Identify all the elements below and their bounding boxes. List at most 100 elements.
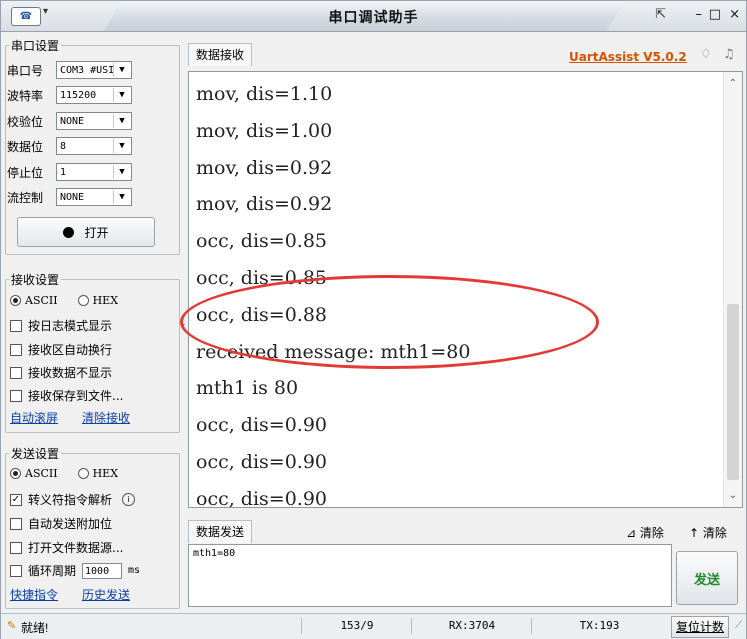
checkbox-icon <box>10 343 22 356</box>
checkbox-icon <box>10 541 22 554</box>
serial-field-label: 数据位 <box>7 139 44 154</box>
history-send-link[interactable]: 历史发送 <box>82 586 130 603</box>
receive-option-log-mode[interactable]: 按日志模式显示 <box>10 317 112 334</box>
dropdown-arrow-icon[interactable]: ▼ <box>113 139 130 153</box>
receive-ascii-radio[interactable]: ASCII <box>10 294 58 307</box>
maximize-button[interactable]: □ <box>709 7 721 22</box>
open-port-button[interactable]: 打开 <box>17 217 155 247</box>
reset-count-button[interactable]: 复位计数 <box>671 616 729 638</box>
send-option-file-source[interactable]: 打开文件数据源... <box>10 539 123 556</box>
status-counter: 153/9 <box>301 618 412 634</box>
send-ascii-radio[interactable]: ASCII <box>10 467 58 480</box>
eraser-icon: ⊿ <box>626 526 640 540</box>
scrollbar-thumb[interactable] <box>727 304 739 480</box>
brand-link[interactable]: UartAssist V5.0.2 <box>569 50 687 64</box>
info-icon[interactable]: i <box>122 493 136 506</box>
clear-send-label: 清除 <box>639 526 664 540</box>
clear-history-button[interactable]: ↑ 清除 <box>689 524 727 541</box>
send-ascii-label: ASCII <box>25 467 58 480</box>
clear-send-button[interactable]: ⊿ 清除 <box>626 524 664 541</box>
dropdown-arrow-icon[interactable]: ▼ <box>113 88 130 102</box>
pin-icon[interactable]: ⇱ <box>655 7 666 22</box>
send-option-escape-parse[interactable]: ✓ 转义符指令解析 i <box>10 491 136 508</box>
dropdown-arrow-icon[interactable]: ▼ <box>113 114 130 128</box>
scroll-up-icon[interactable]: ⌃ <box>724 78 742 89</box>
serial-field-label: 串口号 <box>7 63 44 78</box>
close-button[interactable]: × <box>729 7 740 22</box>
serial-field-row: 数据位 8 ▼ <box>7 135 132 157</box>
checkbox-icon <box>10 366 22 379</box>
dropdown-arrow-icon[interactable]: ▼ <box>113 190 130 204</box>
dropdown-arrow-icon[interactable]: ▼ <box>113 63 130 77</box>
checkbox-icon <box>10 517 22 530</box>
serial-field-select[interactable]: NONE ▼ <box>56 112 132 130</box>
receive-option-save-file[interactable]: 接收保存到文件... <box>10 387 123 404</box>
cycle-period-input[interactable]: 1000 <box>82 562 123 579</box>
app-window: ☎ ▾ 串口调试助手 ⇱ – □ × 串口设置 串口号 COM3 #USI ▼ 波特率… <box>0 0 747 639</box>
dropdown-arrow-icon[interactable]: ▼ <box>113 165 130 179</box>
send-input[interactable]: mth1=80 <box>188 544 672 607</box>
receive-line: occ, dis=0.85 <box>196 230 328 253</box>
send-option-label: 循环周期 <box>28 564 77 578</box>
receive-option-hide-data[interactable]: 接收数据不显示 <box>10 364 112 381</box>
minimize-button[interactable]: – <box>696 7 703 22</box>
receive-ascii-label: ASCII <box>25 294 58 307</box>
serial-field-label: 校验位 <box>7 114 44 129</box>
tab-data-receive[interactable]: 数据接收 <box>188 43 253 66</box>
status-bar: ✎ 就绪! 153/9 RX:3704 TX:193 复位计数 ⟋ <box>1 613 746 639</box>
serial-field-select[interactable]: 1 ▼ <box>56 163 132 181</box>
receive-option-label: 接收保存到文件... <box>28 389 124 403</box>
serial-field-select[interactable]: NONE ▼ <box>56 188 132 206</box>
send-hex-label: HEX <box>92 467 119 480</box>
checkbox-icon <box>10 564 22 577</box>
receive-hex-radio[interactable]: HEX <box>77 294 119 307</box>
receive-hex-label: HEX <box>92 294 119 307</box>
send-mode-radios: ASCII HEX <box>10 467 118 480</box>
receive-option-label: 接收区自动换行 <box>28 343 113 357</box>
send-hex-radio[interactable]: HEX <box>77 467 119 480</box>
receive-option-label: 按日志模式显示 <box>28 319 113 333</box>
send-settings-title: 发送设置 <box>9 445 62 462</box>
receive-option-auto-wrap[interactable]: 接收区自动换行 <box>10 341 112 358</box>
resize-grip-icon[interactable]: ⟋ <box>735 620 742 631</box>
serial-field-value: 1 <box>60 167 67 178</box>
cycle-unit-label: ms <box>128 565 141 576</box>
send-option-auto-append[interactable]: 自动发送附加位 <box>10 515 112 532</box>
serial-field-value: COM3 #USI <box>60 65 115 76</box>
auto-scroll-link[interactable]: 自动滚屏 <box>10 409 58 426</box>
bell-icon[interactable]: ♫ <box>723 47 735 62</box>
open-port-label: 打开 <box>84 225 109 240</box>
radio-selected-icon <box>10 295 21 306</box>
send-option-label: 自动发送附加位 <box>28 517 113 531</box>
clear-receive-link[interactable]: 清除接收 <box>82 409 130 426</box>
radio-empty-icon <box>77 295 89 306</box>
status-rx: RX:3704 <box>411 618 532 634</box>
receive-scrollbar[interactable]: ⌃ ⌄ <box>723 72 742 507</box>
scroll-down-icon[interactable]: ⌄ <box>724 490 742 501</box>
receive-mode-radios: ASCII HEX <box>10 294 118 307</box>
tab-data-send[interactable]: 数据发送 <box>188 520 253 543</box>
receive-settings-title: 接收设置 <box>9 271 62 288</box>
receive-line: mov, dis=0.92 <box>196 156 333 179</box>
serial-field-value: 8 <box>60 141 67 152</box>
gem-icon[interactable]: ♢ <box>700 47 712 62</box>
serial-field-select[interactable]: 8 ▼ <box>56 137 132 155</box>
receive-line: occ, dis=0.90 <box>196 450 328 473</box>
serial-field-label: 流控制 <box>7 190 44 205</box>
title-bar-right <box>606 1 746 31</box>
serial-field-row: 停止位 1 ▼ <box>7 161 132 183</box>
serial-field-select[interactable]: 115200 ▼ <box>56 86 132 104</box>
title-bar[interactable]: ☎ ▾ 串口调试助手 ⇱ – □ × <box>1 1 746 32</box>
send-option-label: 打开文件数据源... <box>28 541 124 555</box>
send-option-cycle[interactable]: 循环周期 1000 ms <box>10 562 140 579</box>
receive-option-label: 接收数据不显示 <box>28 366 113 380</box>
send-button[interactable]: 发送 <box>676 551 738 605</box>
serial-field-label: 停止位 <box>7 165 44 180</box>
up-arrow-icon: ↑ <box>689 526 703 540</box>
serial-field-row: 波特率 115200 ▼ <box>7 84 132 106</box>
checkbox-icon <box>10 389 22 402</box>
checkmark-icon: ✓ <box>10 493 22 506</box>
receive-line: occ, dis=0.90 <box>196 414 328 437</box>
shortcut-commands-link[interactable]: 快捷指令 <box>10 586 58 603</box>
serial-field-select[interactable]: COM3 #USI ▼ <box>56 61 132 79</box>
